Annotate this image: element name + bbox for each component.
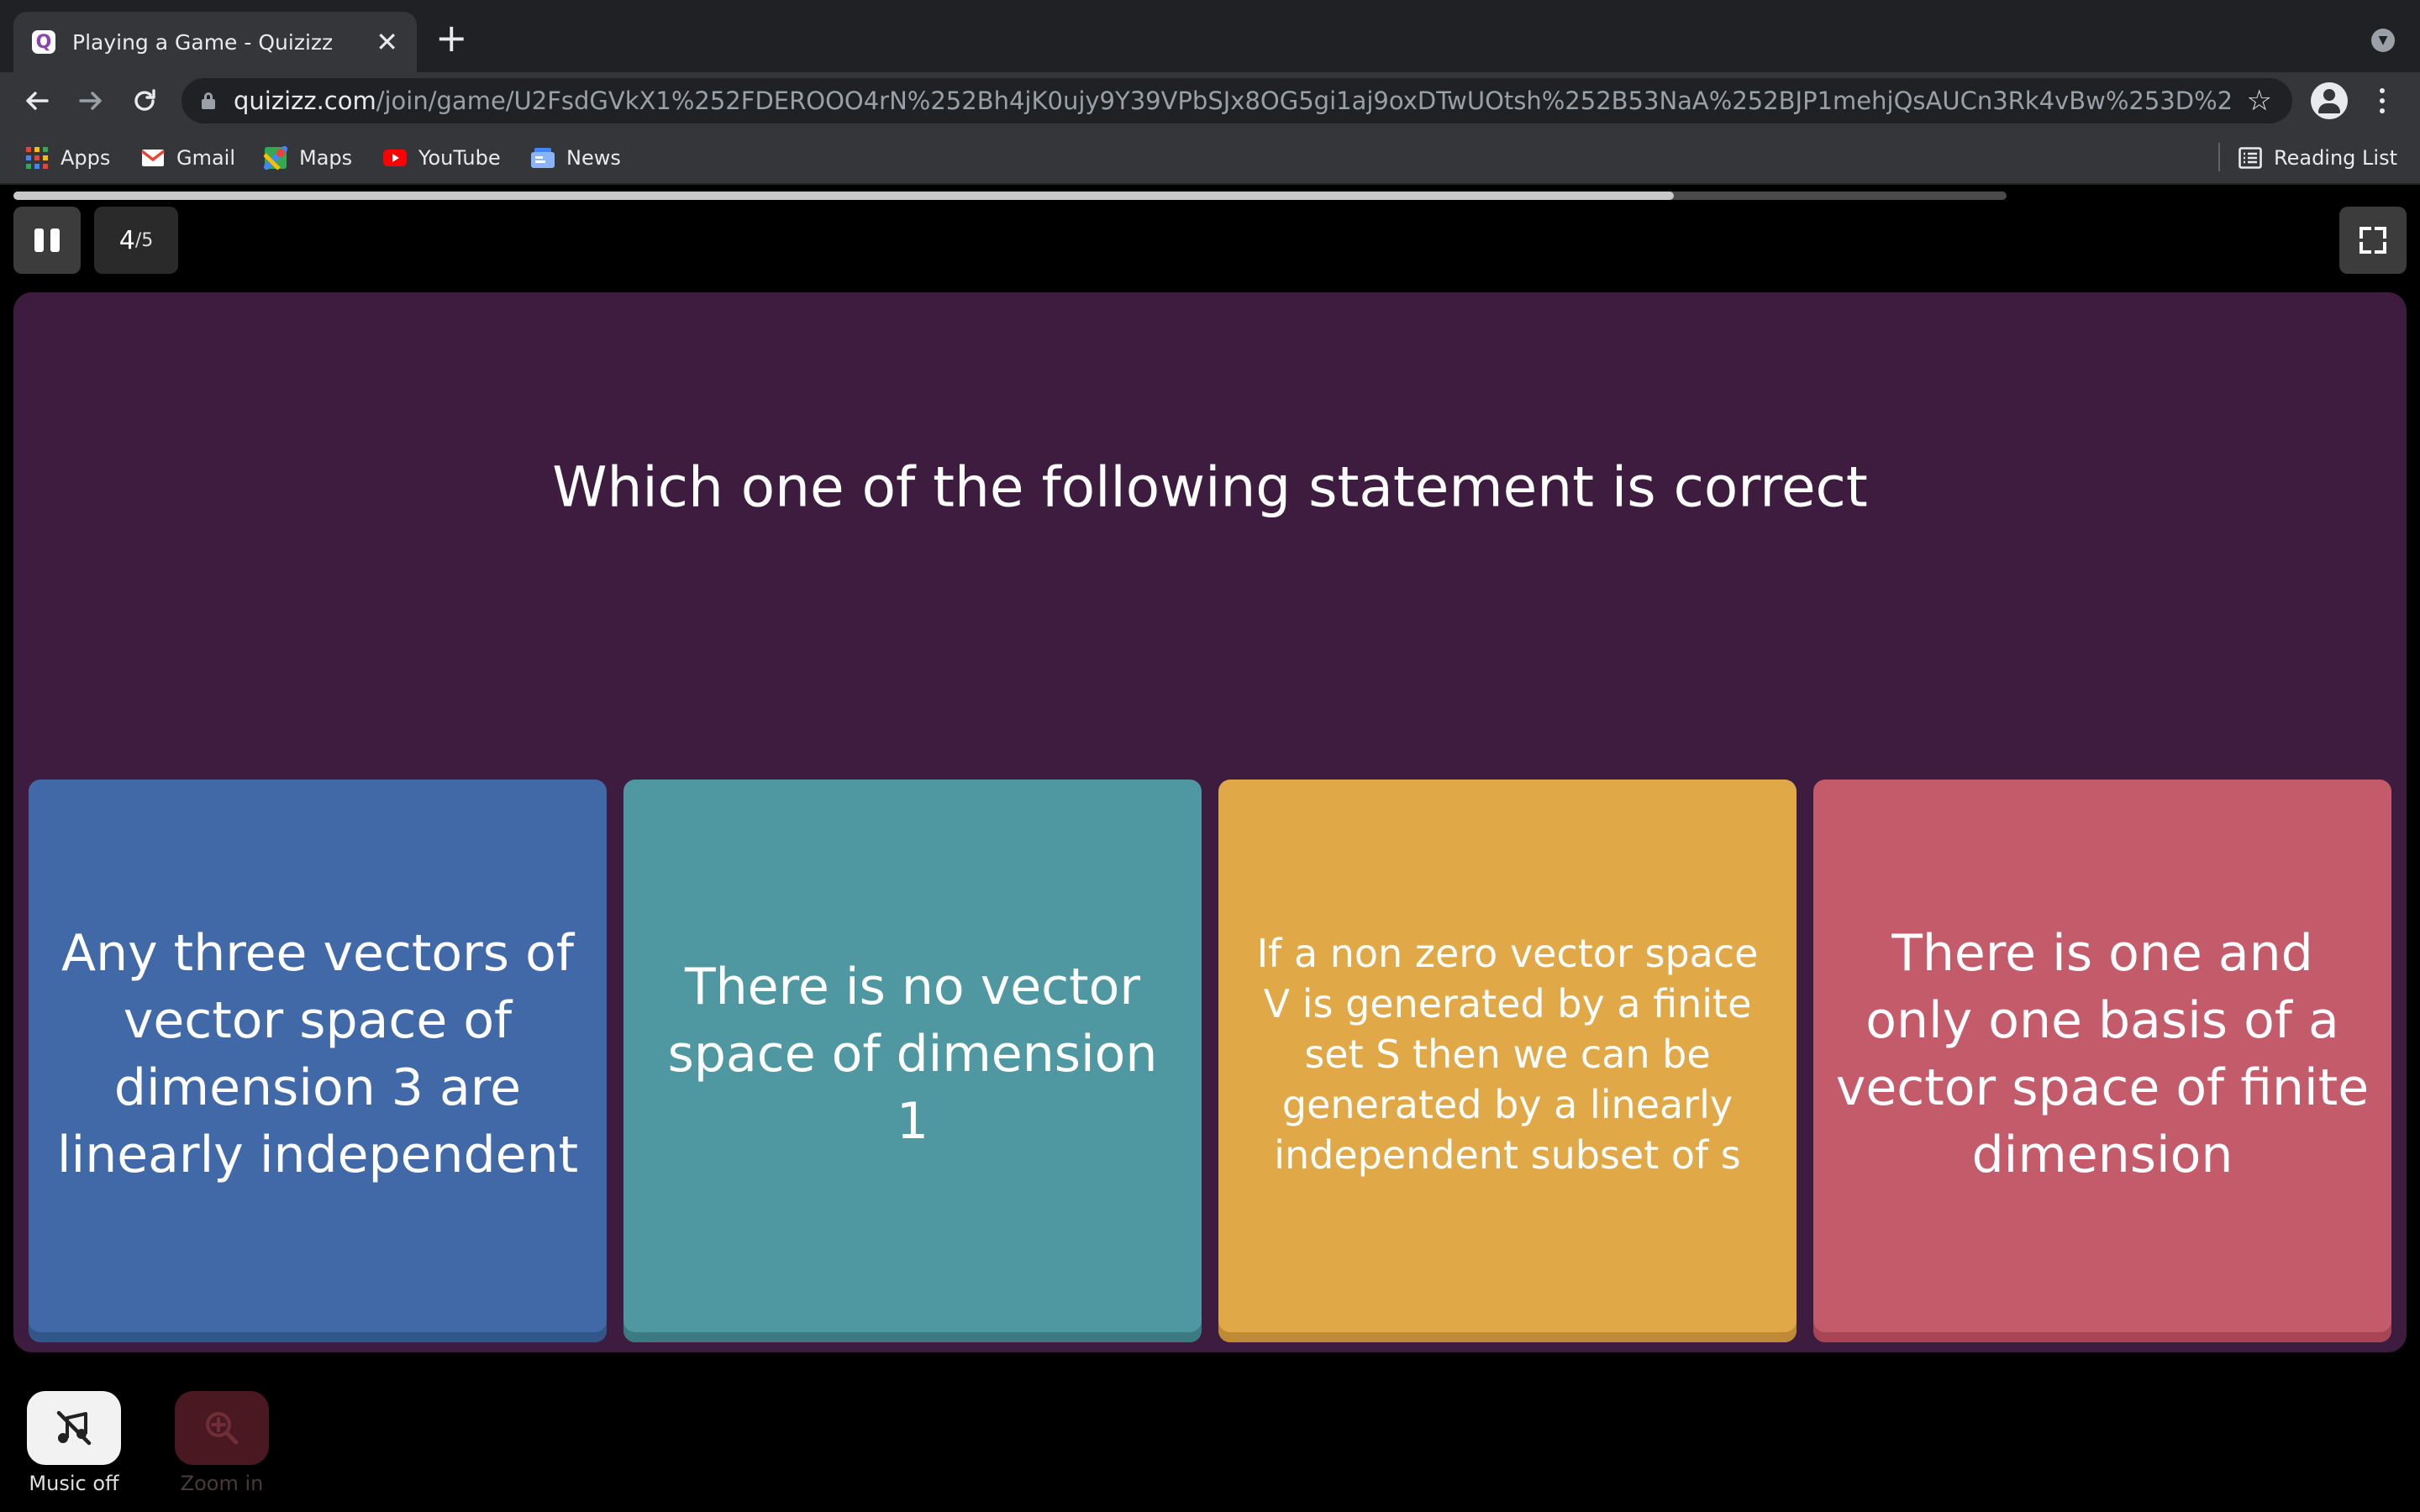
youtube-icon: [383, 146, 407, 170]
bookmarks-bar: Apps Gmail Maps YouTube News Reading Lis…: [0, 129, 2420, 185]
answer-option-text: There is one and only one basis of a vec…: [1835, 924, 2370, 1184]
pause-bar-left: [34, 228, 44, 252]
bookmark-label: Maps: [299, 146, 353, 170]
pause-button[interactable]: [13, 207, 81, 274]
reading-list-button[interactable]: Reading List: [2238, 143, 2397, 173]
tab-close-icon[interactable]: ✕: [376, 29, 398, 55]
answer-option-4[interactable]: There is one and only one basis of a vec…: [1813, 780, 2391, 1342]
answer-option-text: Any three vectors of vector space of dim…: [56, 924, 579, 1184]
url-path: /join/game/U2FsdGVkX1%252FDEROOO4rN%252B…: [376, 87, 2233, 115]
tab-search-icon[interactable]: ▼: [2371, 29, 2395, 52]
bookmark-label: YouTube: [418, 146, 501, 170]
music-toggle-label: Music off: [29, 1472, 119, 1495]
reload-icon[interactable]: [124, 81, 165, 121]
answer-option-3[interactable]: If a non zero vector space V is generate…: [1218, 780, 1797, 1342]
more-menu-icon[interactable]: [2370, 82, 2395, 119]
bookmark-apps[interactable]: Apps: [25, 143, 110, 173]
zoom-in-button[interactable]: [175, 1391, 269, 1465]
bookmarks-divider: [2218, 143, 2220, 171]
fullscreen-icon-corner: [2375, 227, 2386, 239]
forward-arrow-icon[interactable]: [71, 81, 111, 121]
quiz-progress-bar: [13, 192, 2007, 200]
gmail-icon: [141, 146, 165, 170]
bookmark-label: Apps: [60, 146, 111, 170]
url-host: quizizz.com: [234, 87, 376, 115]
browser-tab-strip: Q Playing a Game - Quizizz ✕ + ▼: [0, 0, 2420, 72]
answer-option-text: There is no vector space of dimension 1: [667, 958, 1158, 1151]
answer-option-text: If a non zero vector space V is generate…: [1256, 931, 1759, 1178]
quizizz-favicon-icon: Q: [32, 30, 55, 54]
music-off-icon: [56, 1410, 92, 1446]
bookmark-news[interactable]: News: [531, 143, 621, 173]
url-text[interactable]: quizizz.com/join/game/U2FsdGVkX1%252FDER…: [234, 87, 2233, 115]
address-bar[interactable]: quizizz.com/join/game/U2FsdGVkX1%252FDER…: [182, 78, 2292, 123]
tab-title: Playing a Game - Quizizz: [72, 29, 334, 55]
zoom-in-icon: [206, 1412, 239, 1445]
music-toggle-button[interactable]: [27, 1391, 121, 1465]
reading-list-label: Reading List: [2274, 146, 2397, 170]
fullscreen-icon: [2360, 227, 2371, 239]
maps-icon: [264, 146, 287, 170]
browser-toolbar: quizizz.com/join/game/U2FsdGVkX1%252FDER…: [0, 72, 2420, 129]
quiz-progress-fill: [13, 192, 1674, 200]
profile-avatar-icon[interactable]: [2311, 82, 2348, 119]
answer-option-1[interactable]: Any three vectors of vector space of dim…: [29, 780, 607, 1342]
browser-tab[interactable]: Q Playing a Game - Quizizz ✕: [13, 12, 417, 72]
fullscreen-button[interactable]: [2339, 207, 2407, 274]
back-arrow-icon[interactable]: [17, 81, 57, 121]
bookmark-star-icon[interactable]: ☆: [2247, 84, 2272, 118]
bookmark-label: News: [566, 146, 621, 170]
pause-bar-right: [50, 228, 60, 252]
bookmark-youtube[interactable]: YouTube: [383, 143, 501, 173]
reading-list-icon: [2238, 146, 2262, 170]
apps-grid-icon: [25, 146, 49, 170]
bookmark-gmail[interactable]: Gmail: [141, 143, 235, 173]
news-icon: [531, 146, 555, 170]
bookmark-maps[interactable]: Maps: [264, 143, 352, 173]
zoom-in-label: Zoom in: [180, 1472, 264, 1495]
fullscreen-icon-corner: [2360, 242, 2371, 254]
question-total: /5: [134, 229, 154, 251]
bookmark-label: Gmail: [176, 146, 236, 170]
lock-icon[interactable]: [202, 92, 215, 109]
fullscreen-icon-corner: [2375, 242, 2386, 254]
question-counter: 4/5: [94, 207, 178, 274]
answer-option-2[interactable]: There is no vector space of dimension 1: [623, 780, 1202, 1342]
question-text: Which one of the following statement is …: [552, 454, 1868, 520]
new-tab-icon[interactable]: +: [435, 18, 468, 57]
question-current: 4: [118, 225, 135, 255]
